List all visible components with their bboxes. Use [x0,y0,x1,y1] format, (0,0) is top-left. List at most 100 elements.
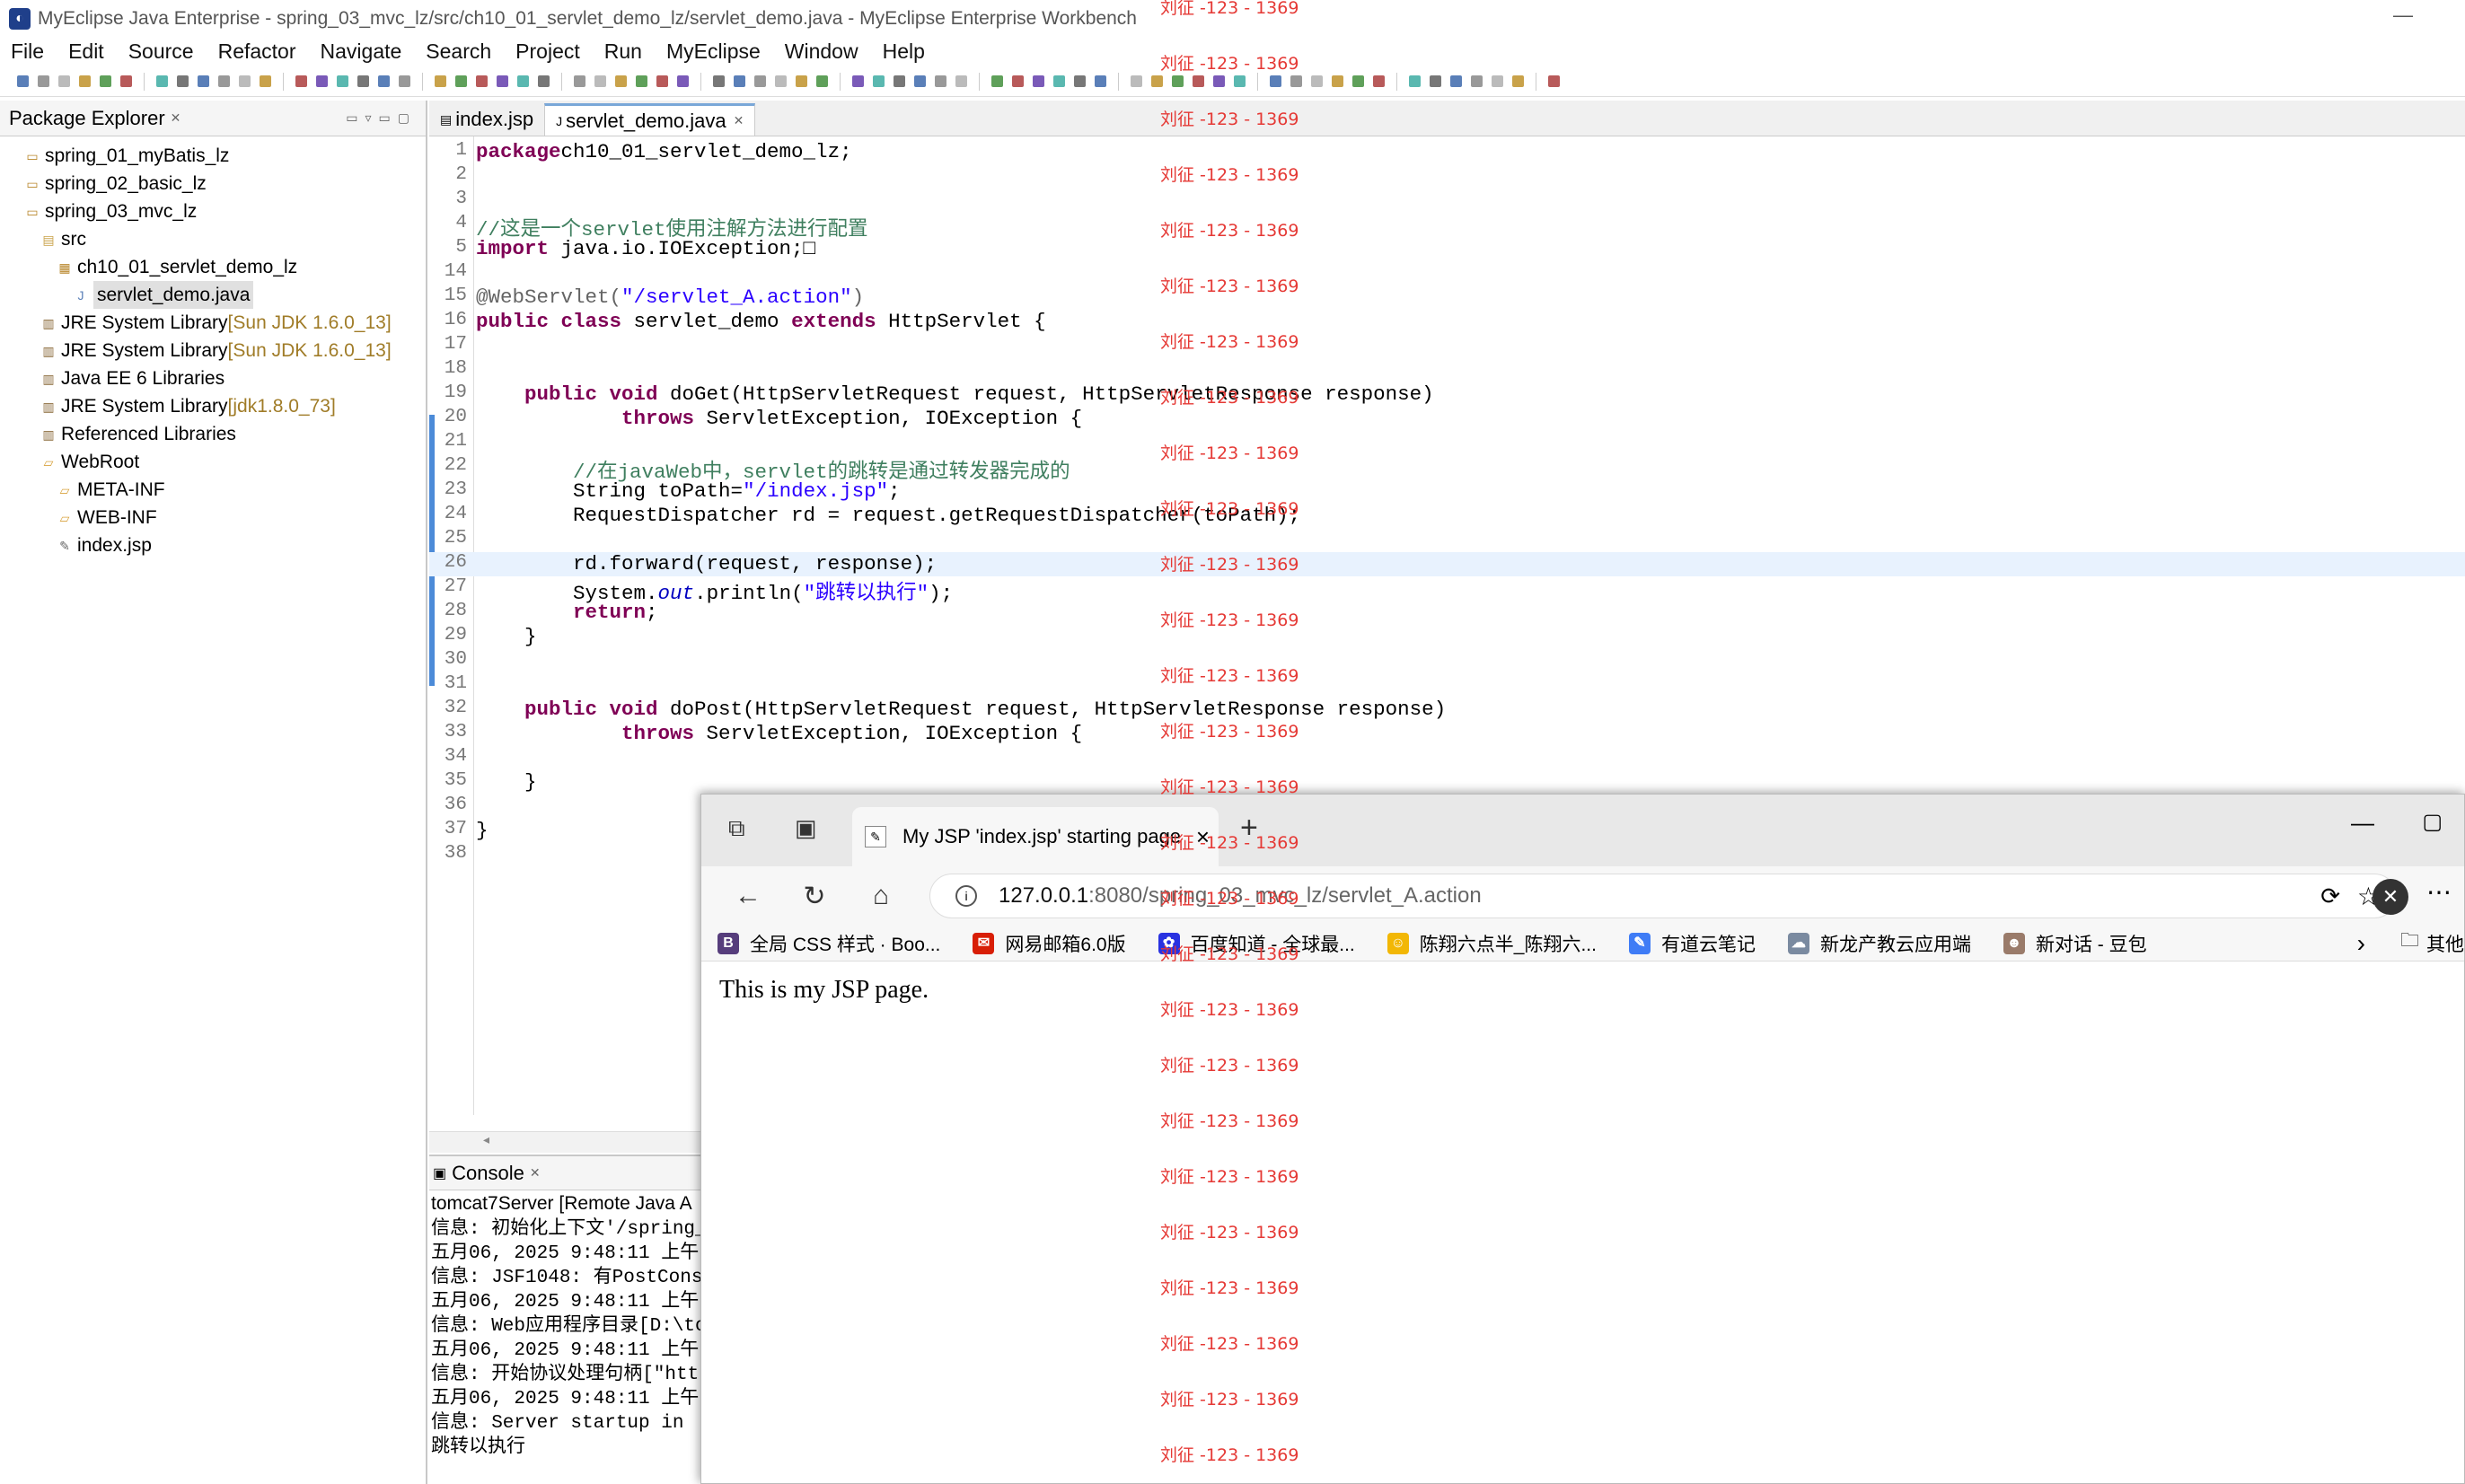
toolbar-button-icon[interactable] [120,75,132,87]
toolbar-button-icon[interactable] [1012,75,1024,87]
tree-item[interactable]: ▥ JRE System Library [jdk1.8.0_73] [0,392,426,420]
chevron-right-icon[interactable]: › [2357,929,2365,958]
maximize-button[interactable]: ▢ [2422,809,2443,835]
toolbar-button-icon[interactable] [796,75,807,87]
tree-item[interactable]: ▥ Referenced Libraries [0,420,426,448]
toolbar-button-icon[interactable] [295,75,307,87]
tree-item[interactable]: ▥ JRE System Library [Sun JDK 1.6.0_13] [0,309,426,337]
toolbar-button-icon[interactable] [1234,75,1246,87]
bookmark-item[interactable]: ☺ 陈翔六点半_陈翔六... [1387,930,1597,957]
toolbar-button-icon[interactable] [79,75,91,87]
toolbar-button-icon[interactable] [17,75,29,87]
bookmark-item[interactable]: ☁ 新龙产教云应用端 [1787,930,1971,957]
toolbar-button-icon[interactable] [1430,75,1441,87]
minimize-button[interactable]: — [2351,809,2374,837]
tree-item[interactable]: Jservlet_demo.java [0,281,426,309]
toolbar-button-icon[interactable] [399,75,410,87]
menu-search[interactable]: Search [426,40,491,64]
toolbar-button-icon[interactable] [517,75,529,87]
tab-servlet-demo-java[interactable]: Jservlet_demo.java ✕ [544,103,756,136]
toolbar-button-icon[interactable] [1193,75,1204,87]
bookmark-item[interactable]: ✎ 有道云笔记 [1628,930,1756,957]
toolbar-button-icon[interactable] [1492,75,1503,87]
toolbar-button-icon[interactable] [1213,75,1225,87]
toolbar-button-icon[interactable] [198,75,209,87]
menu-run[interactable]: Run [604,40,642,64]
toolbar-button-icon[interactable] [1548,75,1560,87]
tree-item[interactable]: ▭ spring_02_basic_lz [0,170,426,198]
toolbar-button-icon[interactable] [955,75,967,87]
toolbar-button-icon[interactable] [100,75,111,87]
toolbar-button-icon[interactable] [816,75,828,87]
toolbar-button-icon[interactable] [538,75,550,87]
toolbar-button-icon[interactable] [594,75,606,87]
menu-window[interactable]: Window [785,40,858,64]
tab-index-jsp[interactable]: ▤ index.jsp [429,103,544,136]
toolbar-button-icon[interactable] [1270,75,1281,87]
toolbar-button-icon[interactable] [357,75,369,87]
toolbar-button-icon[interactable] [435,75,446,87]
toolbar-button-icon[interactable] [156,75,168,87]
close-icon[interactable]: ✕ [530,1165,541,1181]
toolbar-button-icon[interactable] [852,75,864,87]
toolbar-button-icon[interactable] [337,75,348,87]
toolbar-button-icon[interactable] [58,75,70,87]
toolbar-button-icon[interactable] [1053,75,1065,87]
tree-item[interactable]: ▭ spring_03_mvc_lz [0,198,426,225]
toolbar-button-icon[interactable] [476,75,488,87]
toolbar-button-icon[interactable] [615,75,627,87]
tree-item[interactable]: ▥ Java EE 6 Libraries [0,364,426,392]
tree-item[interactable]: ▦ ch10_01_servlet_demo_lz [0,253,426,281]
vertical-tabs-icon[interactable]: ▣ [795,814,817,842]
toolbar-button-icon[interactable] [1290,75,1302,87]
menu-edit[interactable]: Edit [68,40,104,64]
console-title[interactable]: Console [452,1162,524,1185]
more-menu-icon[interactable]: ⋯ [2426,877,2452,907]
toolbar-button-icon[interactable] [1131,75,1142,87]
toolbar-button-icon[interactable] [873,75,885,87]
toolbar-button-icon[interactable] [1450,75,1462,87]
menu-myeclipse[interactable]: MyEclipse [666,40,761,64]
toolbar-button-icon[interactable] [1471,75,1483,87]
toolbar-button-icon[interactable] [677,75,689,87]
toolbar-button-icon[interactable] [316,75,328,87]
address-input[interactable]: i 127.0.0.1 :8080/spring_03_mvc_lz/servl… [929,874,2397,918]
site-info-icon[interactable]: i [955,885,977,907]
toolbar-button-icon[interactable] [260,75,271,87]
back-icon[interactable]: ← [728,881,768,911]
toolbar-button-icon[interactable] [1311,75,1323,87]
profile-avatar[interactable]: ✕ [2373,879,2408,915]
menu-refactor[interactable]: Refactor [218,40,296,64]
translate-icon[interactable]: ⟳ [2320,882,2340,910]
toolbar-button-icon[interactable] [38,75,49,87]
toolbar-button-icon[interactable] [1373,75,1385,87]
toolbar-button-icon[interactable] [218,75,230,87]
tree-item[interactable]: ✎ index.jsp [0,531,426,559]
home-icon[interactable]: ⌂ [861,881,901,911]
toolbar-button-icon[interactable] [1352,75,1364,87]
toolbar-button-icon[interactable] [775,75,787,87]
toolbar-button-icon[interactable] [177,75,189,87]
tree-item[interactable]: ▭ spring_01_myBatis_lz [0,142,426,170]
menu-source[interactable]: Source [128,40,194,64]
close-icon[interactable]: ✕ [171,110,181,126]
package-explorer-title[interactable]: Package Explorer [9,107,165,130]
toolbar-button-icon[interactable] [1512,75,1524,87]
toolbar-button-icon[interactable] [574,75,585,87]
bookmark-item[interactable]: ☻ 新对话 - 豆包 [2003,930,2147,957]
tree-item[interactable]: ▤ src [0,225,426,253]
toolbar-button-icon[interactable] [1151,75,1163,87]
tree-item[interactable]: ▥ JRE System Library [Sun JDK 1.6.0_13] [0,337,426,364]
toolbar-button-icon[interactable] [991,75,1003,87]
menu-help[interactable]: Help [883,40,925,64]
toolbar-button-icon[interactable] [914,75,926,87]
menu-file[interactable]: File [11,40,44,64]
toolbar-button-icon[interactable] [1095,75,1106,87]
refresh-icon[interactable]: ↻ [795,881,834,912]
close-icon[interactable]: ✕ [734,113,744,128]
toolbar-button-icon[interactable] [239,75,251,87]
menu-project[interactable]: Project [515,40,580,64]
toolbar-button-icon[interactable] [1074,75,1086,87]
toolbar-button-icon[interactable] [754,75,766,87]
toolbar-button-icon[interactable] [734,75,745,87]
